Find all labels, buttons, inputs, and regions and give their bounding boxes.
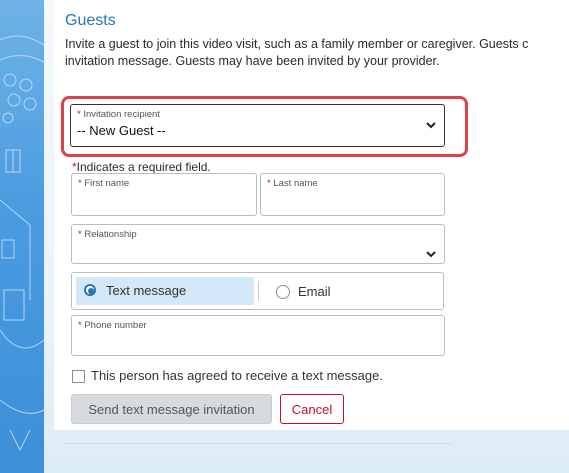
card-divider — [63, 443, 453, 444]
segment-divider — [258, 281, 259, 301]
highlight-outline — [61, 96, 468, 157]
last-name-field[interactable]: * Last name — [260, 173, 445, 216]
consent-label: This person has agreed to receive a text… — [91, 368, 383, 383]
required-field-note: *Indicates a required field. — [72, 160, 211, 174]
radio-unselected-icon — [276, 285, 290, 299]
radio-selected-icon — [84, 284, 96, 296]
cancel-button[interactable]: Cancel — [280, 394, 344, 424]
first-name-label: * First name — [78, 178, 130, 189]
phone-number-field[interactable]: * Phone number — [71, 315, 445, 356]
email-label: Email — [298, 284, 331, 299]
last-name-label: * Last name — [267, 178, 318, 189]
send-invitation-button[interactable]: Send text message invitation — [71, 394, 272, 424]
house-illustration-icon — [0, 35, 44, 452]
text-message-option[interactable]: Text message — [76, 277, 254, 305]
section-title: Guests — [65, 12, 116, 29]
consent-checkbox[interactable] — [72, 370, 85, 383]
relationship-label: * Relationship — [78, 229, 137, 240]
first-name-field[interactable]: * First name — [71, 173, 257, 216]
contact-method-toggle: Text message Email — [71, 272, 444, 310]
intro-line-2: invitation message. Guests may have been… — [65, 54, 440, 68]
email-option[interactable]: Email — [260, 273, 444, 309]
intro-line-1: Invite a guest to join this video visit,… — [65, 37, 529, 51]
chevron-down-icon — [426, 249, 436, 261]
decorative-side-illustration — [0, 0, 44, 473]
text-message-label: Text message — [106, 283, 187, 298]
phone-number-label: * Phone number — [78, 320, 147, 331]
relationship-select[interactable]: * Relationship — [71, 224, 445, 264]
intro-text: Invite a guest to join this video visit,… — [65, 36, 565, 70]
